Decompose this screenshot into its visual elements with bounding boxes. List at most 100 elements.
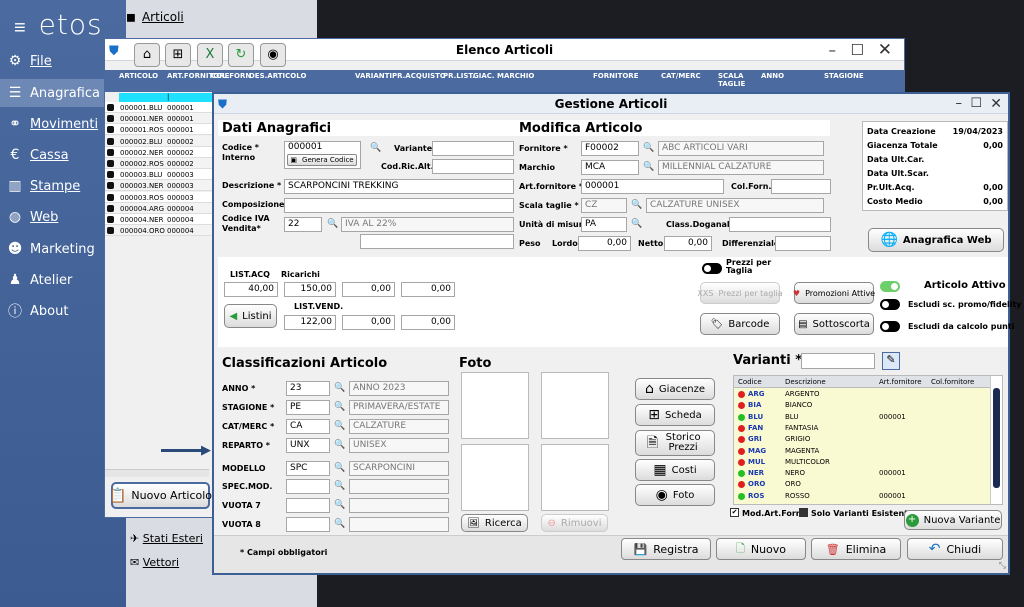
registra-button[interactable]: 💾 Registra — [621, 538, 711, 560]
maximize-button[interactable]: ☐ — [970, 94, 982, 114]
rimuovi-button[interactable]: ⊖ Rimuovi — [541, 514, 608, 532]
table-row[interactable]: 000002.BLU 000002 — [105, 135, 215, 147]
ricerca-button[interactable]: 🖼 Ricerca — [461, 514, 528, 532]
toolbar-excel-button[interactable]: X — [197, 43, 223, 67]
mod-art-forn-checkbox[interactable]: ✔ — [730, 508, 739, 517]
barcode-button[interactable]: 🏷 Barcode — [700, 313, 780, 335]
table-row[interactable]: 000003.NER 000003 — [105, 180, 215, 192]
class-code-input[interactable]: PE — [286, 400, 330, 415]
horizontal-scrollbar[interactable] — [105, 469, 209, 477]
table-row[interactable]: 000002.ROS 000002 — [105, 158, 215, 169]
class-doganale-input[interactable] — [729, 217, 831, 232]
submenu-vettori[interactable]: ✉ Vettori — [130, 556, 179, 569]
peso-netto-input[interactable]: 0,00 — [664, 236, 712, 251]
peso-lordo-input[interactable]: 0,00 — [578, 236, 631, 251]
list-item[interactable]: ORO ORO — [734, 479, 982, 490]
nuovo-button[interactable]: 🗋 Nuovo — [716, 538, 806, 560]
edit-varianti-icon[interactable]: ✎ — [882, 352, 900, 370]
search-icon[interactable]: 🔍 — [333, 461, 347, 475]
filter-row[interactable]: | — [119, 93, 215, 102]
breadcrumb[interactable]: ◼ Articoli — [126, 10, 184, 24]
nuova-variante-button[interactable]: + Nuova Variante — [904, 510, 1002, 530]
articolo-attivo-toggle[interactable] — [880, 281, 900, 292]
art-fornitore-input[interactable]: 000001 — [581, 179, 724, 194]
scheda-button[interactable]: ⊞ Scheda — [635, 404, 715, 426]
class-code-input[interactable]: 23 — [286, 381, 330, 396]
toolbar-home-button[interactable]: ⌂ — [134, 43, 160, 67]
search-icon[interactable]: 🔍 — [630, 198, 644, 212]
escludi-punti-toggle[interactable] — [880, 321, 900, 332]
search-icon[interactable]: 🔍 — [333, 400, 347, 414]
photo-slot-3[interactable] — [461, 444, 529, 511]
close-button[interactable]: ✕ — [990, 94, 1002, 114]
table-row[interactable]: 000003.BLU 000003 — [105, 169, 215, 181]
search-icon[interactable]: 🔍 — [642, 141, 656, 155]
foto-button[interactable]: ◉ Foto — [635, 484, 715, 506]
search-icon[interactable]: 🔍 — [333, 381, 347, 395]
photo-slot-4[interactable] — [541, 444, 609, 511]
hamburger-icon[interactable]: ≡ — [14, 15, 27, 39]
giacenze-button[interactable]: ⌂ Giacenze — [635, 378, 715, 400]
unita-misura-input[interactable]: PA — [581, 217, 627, 232]
table-row[interactable]: 000004.ARG 000004 — [105, 202, 215, 214]
list-item[interactable]: BLU BLU 000001 — [734, 412, 982, 423]
list-item[interactable]: ROS ROSSO 000001 — [734, 491, 982, 502]
minimize-button[interactable]: – — [829, 39, 837, 61]
scala-taglie-input[interactable]: CZ — [581, 198, 627, 213]
varianti-search-input[interactable] — [801, 353, 875, 369]
fornitore-input[interactable]: F00002 — [581, 141, 639, 156]
escludi-sc-toggle[interactable] — [880, 299, 900, 310]
prezzi-per-taglia-toggle[interactable] — [702, 263, 722, 274]
class-code-input[interactable]: SPC — [286, 461, 330, 476]
list-item[interactable]: ARG ARGENTO — [734, 389, 982, 400]
class-code-input[interactable] — [286, 517, 330, 532]
table-row[interactable]: 000001.BLU 000001 — [105, 102, 215, 113]
solo-varianti-checkbox[interactable] — [799, 508, 808, 517]
storico-prezzi-button[interactable]: 🗎 Storico Prezzi — [635, 430, 715, 456]
table-row[interactable]: 000001.ROS 000001 — [105, 124, 215, 136]
differenziale-input[interactable] — [775, 236, 831, 251]
list-item[interactable]: MUL MULTICOLOR — [734, 457, 982, 468]
submenu-stati-esteri[interactable]: ✈ Stati Esteri — [130, 532, 203, 545]
list-item[interactable]: GRI GRIGIO — [734, 434, 982, 445]
search-icon[interactable]: 🔍 — [642, 160, 656, 174]
search-icon[interactable]: 🔍 — [630, 217, 644, 231]
anagrafica-web-button[interactable]: 🌐 Anagrafica Web — [868, 228, 1004, 252]
search-icon[interactable]: 🔍 — [333, 419, 347, 433]
varianti-scrollbar[interactable] — [990, 376, 1002, 504]
list-item[interactable]: NER NERO 000001 — [734, 468, 982, 479]
class-code-input[interactable] — [286, 479, 330, 494]
elimina-button[interactable]: 🗑 Elimina — [811, 538, 901, 560]
list-item[interactable]: BIA BIANCO — [734, 400, 982, 411]
maximize-button[interactable]: ☐ — [851, 39, 864, 61]
resize-grip-icon[interactable]: ⤡ — [999, 561, 1006, 571]
promozioni-attive-button[interactable]: ♥ Promozioni Attive — [793, 282, 875, 304]
table-row[interactable]: 000001.NER 000001 — [105, 113, 215, 125]
list-item[interactable]: MAG MAGENTA — [734, 446, 982, 457]
toolbar-tree-button[interactable]: ⊞ — [165, 43, 191, 67]
search-icon[interactable]: 🔍 — [333, 438, 347, 452]
photo-slot-1[interactable] — [461, 372, 529, 439]
chiudi-button[interactable]: ↶ Chiudi — [907, 538, 1003, 560]
minimize-button[interactable]: – — [956, 94, 963, 114]
list-item[interactable]: FAN FANTASIA — [734, 423, 982, 434]
prezzi-per-taglia-button[interactable]: XXS Prezzi per taglia — [697, 282, 783, 304]
table-row[interactable]: 000004.NER 000004 — [105, 214, 215, 225]
col-forn-input[interactable] — [771, 179, 831, 194]
search-icon[interactable]: 🔍 — [333, 517, 347, 531]
class-code-input[interactable]: CA — [286, 419, 330, 434]
sottoscorta-button[interactable]: ▤ Sottoscorta — [794, 313, 874, 335]
close-button[interactable]: ✕ — [878, 39, 892, 61]
class-code-input[interactable] — [286, 498, 330, 513]
search-icon[interactable]: 🔍 — [333, 498, 347, 512]
photo-slot-2[interactable] — [541, 372, 609, 439]
table-row[interactable]: 000003.ROS 000003 — [105, 191, 215, 203]
class-code-input[interactable]: UNX — [286, 438, 330, 453]
costi-button[interactable]: ▦ Costi — [635, 459, 715, 481]
marchio-input[interactable]: MCA — [581, 160, 639, 175]
table-row[interactable]: 000004.ORO 000004 — [105, 225, 215, 237]
toolbar-refresh-button[interactable]: ↻ — [228, 43, 254, 67]
table-row[interactable]: 000002.NER 000002 — [105, 146, 215, 158]
toolbar-camera-button[interactable]: ◉ — [260, 43, 286, 67]
search-icon[interactable]: 🔍 — [333, 479, 347, 493]
